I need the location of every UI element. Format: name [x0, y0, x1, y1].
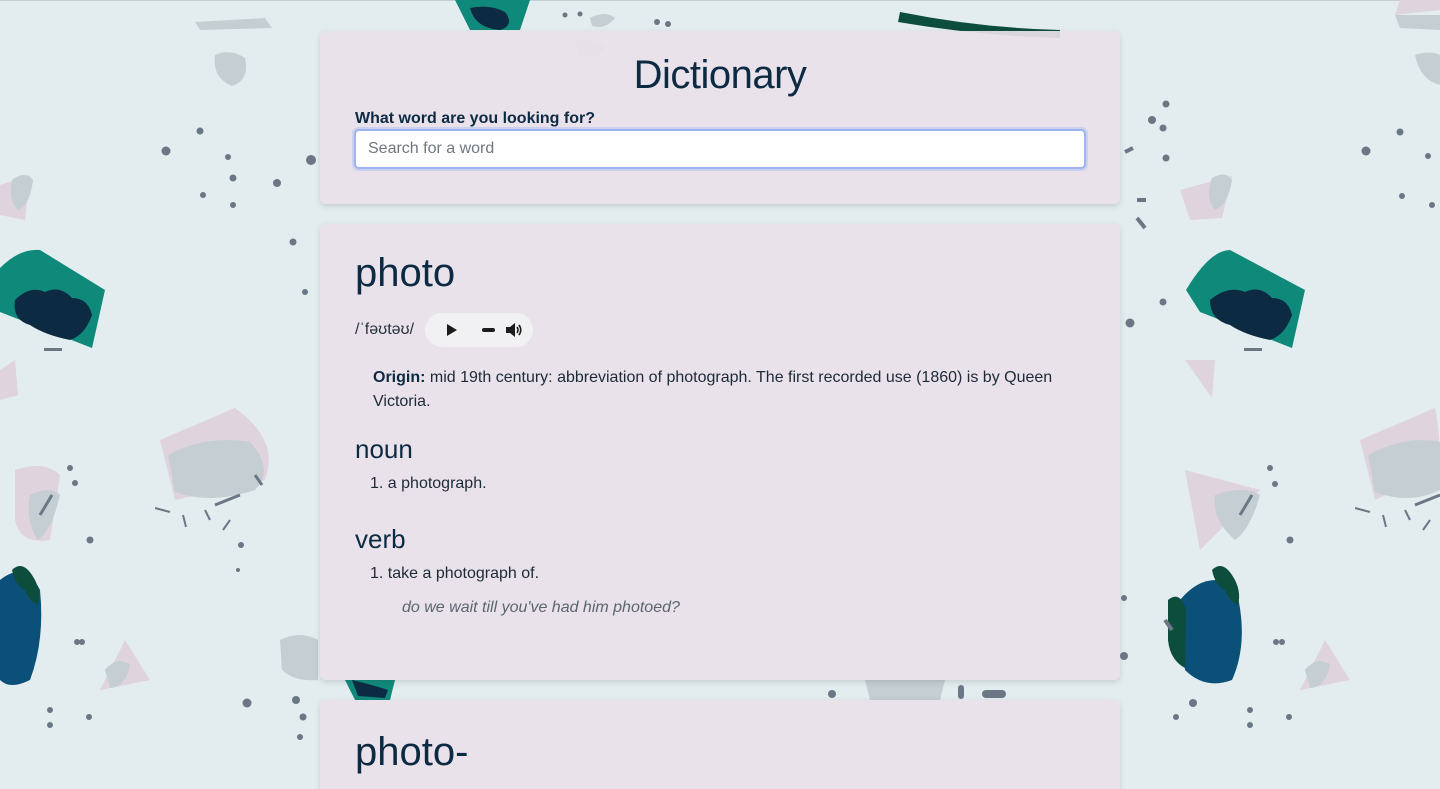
definition-text: take a photograph of.	[387, 565, 540, 582]
origin-description: mid 19th century: abbreviation of photog…	[373, 369, 1053, 410]
audio-player[interactable]	[425, 313, 534, 347]
search-card: Dictionary What word are you looking for…	[320, 31, 1120, 204]
definition-item: 1. take a photograph of.	[370, 565, 539, 583]
definition-example: do we wait till you've had him photoed?	[402, 599, 680, 616]
app-title: Dictionary	[633, 53, 807, 97]
origin-text: Origin: mid 19th century: abbreviation o…	[373, 366, 1063, 414]
entry-word: photo-	[355, 730, 469, 774]
entry-word: photo	[355, 251, 456, 295]
definition-item: 1. a photograph.	[370, 475, 487, 493]
search-label: What word are you looking for?	[355, 110, 595, 127]
definition-number: 1.	[370, 565, 384, 582]
entry-card: photo /ˈfəʊtəʊ/ Origin: mid 19th century…	[320, 224, 1120, 680]
part-of-speech-noun: noun	[355, 434, 413, 464]
phonetic-row: /ˈfəʊtəʊ/	[355, 313, 534, 347]
origin-label: Origin:	[373, 369, 426, 386]
audio-progress-bar[interactable]	[482, 328, 496, 332]
volume-icon[interactable]	[505, 322, 523, 338]
definition-text: a photograph.	[387, 475, 487, 492]
phonetic-text: /ˈfəʊtəʊ/	[355, 321, 415, 338]
part-of-speech-verb: verb	[355, 524, 406, 554]
search-input[interactable]	[354, 129, 1086, 169]
definition-number: 1.	[370, 475, 384, 492]
play-icon[interactable]	[447, 324, 458, 336]
entry-card: photo-	[320, 700, 1120, 789]
